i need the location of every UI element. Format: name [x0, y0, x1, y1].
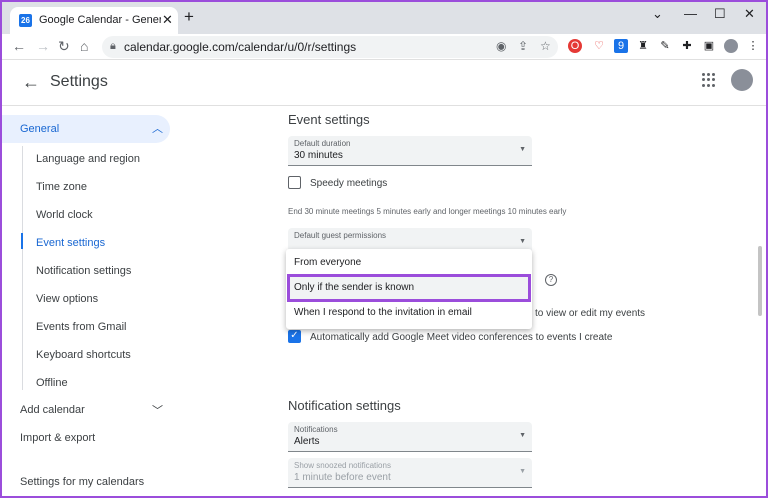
dropdown-arrow-icon: ▼: [519, 146, 526, 153]
back-nav-icon[interactable]: ←: [12, 38, 26, 54]
profile-avatar[interactable]: [724, 39, 738, 53]
help-icon[interactable]: ?: [545, 274, 557, 286]
menu-item-respond-email[interactable]: When I respond to the invitation in emai…: [286, 302, 532, 324]
opera-extension-icon[interactable]: O: [568, 39, 582, 53]
select-label: Default guest permissions: [294, 231, 387, 240]
chevron-up-icon: ︿: [152, 123, 163, 135]
select-label: Notifications: [294, 425, 338, 434]
maximize-icon[interactable]: ☐: [714, 6, 726, 22]
sidebar-item-event-settings[interactable]: Event settings: [36, 237, 105, 249]
event-settings-title: Event settings: [288, 112, 370, 127]
tab-title: Google Calendar - General settings: [39, 14, 161, 26]
browser-window: 26 Google Calendar - General settings ✕ …: [2, 2, 766, 496]
snoozed-notifications-select[interactable]: Show snoozed notifications 1 minute befo…: [288, 458, 532, 488]
sidebar-item-events-from-gmail[interactable]: Events from Gmail: [36, 321, 126, 333]
sidebar-item-view-options[interactable]: View options: [36, 293, 98, 305]
reload-icon[interactable]: ↻: [58, 38, 70, 55]
select-value: 1 minute before event: [294, 472, 391, 483]
settings-sidebar: General ︿ Language and region Time zone …: [2, 106, 182, 496]
new-tab-icon[interactable]: +: [184, 7, 194, 27]
browser-menu-icon[interactable]: ⋮: [746, 39, 760, 53]
subnav-divider: [22, 146, 23, 390]
browser-tab[interactable]: 26 Google Calendar - General settings ✕: [10, 7, 178, 34]
guest-edit-option-partial: to view or edit my events: [535, 308, 646, 319]
sidebar-item-language-region[interactable]: Language and region: [36, 153, 140, 165]
sidebar-item-notification-settings[interactable]: Notification settings: [36, 265, 131, 277]
chevron-down-icon[interactable]: ﹀: [152, 402, 163, 418]
app-header: ← Settings: [2, 60, 766, 106]
notification-settings-title: Notification settings: [288, 398, 401, 413]
browser-toolbar: ← → ↻ ⌂ 🔒︎ calendar.google.com/calendar/…: [2, 34, 766, 60]
dropdown-arrow-icon: ▼: [519, 468, 526, 475]
select-label: Default duration: [294, 139, 351, 148]
bookmark-star-icon[interactable]: ☆: [540, 39, 551, 53]
auto-meet-checkbox[interactable]: ✓: [288, 330, 301, 343]
edit-extension-icon[interactable]: ✎: [658, 39, 672, 53]
sidebar-item-import-export[interactable]: Import & export: [20, 432, 95, 444]
badge-extension-icon[interactable]: 9: [614, 39, 628, 53]
sidebar-item-offline[interactable]: Offline: [36, 377, 68, 389]
select-value: 30 minutes: [294, 150, 343, 161]
sidebar-item-keyboard-shortcuts[interactable]: Keyboard shortcuts: [36, 349, 131, 361]
url-text: calendar.google.com/calendar/u/0/r/setti…: [124, 40, 357, 54]
tab-search-icon[interactable]: ⌄: [652, 6, 663, 22]
menu-item-from-everyone[interactable]: From everyone: [286, 252, 532, 274]
page-title: Settings: [50, 73, 108, 90]
close-window-icon[interactable]: ✕: [744, 6, 755, 22]
sidebar-item-time-zone[interactable]: Time zone: [36, 181, 87, 193]
puzzle-extensions-icon[interactable]: ✚: [680, 39, 694, 53]
eye-icon[interactable]: ◉: [496, 39, 506, 53]
active-indicator: [21, 233, 23, 249]
select-value: Alerts: [294, 436, 320, 447]
address-bar[interactable]: 🔒︎ calendar.google.com/calendar/u/0/r/se…: [102, 36, 558, 58]
tab-close-icon[interactable]: ✕: [162, 12, 173, 28]
speedy-meetings-helper: End 30 minute meetings 5 minutes early a…: [288, 207, 567, 216]
menu-item-sender-known[interactable]: Only if the sender is known: [287, 274, 531, 302]
sidebar-item-world-clock[interactable]: World clock: [36, 209, 93, 221]
sidepanel-icon[interactable]: ▣: [702, 39, 716, 53]
default-duration-select[interactable]: Default duration 30 minutes ▼: [288, 136, 532, 166]
back-arrow-icon[interactable]: ←: [22, 72, 40, 93]
guest-permissions-menu: From everyone Only if the sender is know…: [286, 249, 532, 329]
dropdown-arrow-icon: ▼: [519, 432, 526, 439]
notifications-select[interactable]: Notifications Alerts ▼: [288, 422, 532, 452]
dropdown-arrow-icon: ▼: [519, 238, 526, 245]
spy-extension-icon[interactable]: ♜: [636, 39, 650, 53]
pocket-extension-icon[interactable]: ♡: [592, 39, 606, 53]
page-scrollbar[interactable]: [758, 246, 762, 316]
lock-icon: 🔒︎: [110, 40, 116, 52]
select-label: Show snoozed notifications: [294, 461, 391, 470]
account-avatar[interactable]: [731, 69, 753, 91]
home-icon[interactable]: ⌂: [80, 38, 88, 54]
minimize-icon[interactable]: —: [684, 6, 697, 21]
sidebar-section-my-calendars: Settings for my calendars: [20, 476, 145, 488]
speedy-meetings-label: Speedy meetings: [310, 178, 388, 189]
auto-meet-label: Automatically add Google Meet video conf…: [310, 332, 613, 343]
share-icon[interactable]: ⇪: [518, 39, 528, 53]
forward-nav-icon[interactable]: →: [36, 38, 50, 54]
speedy-meetings-checkbox[interactable]: [288, 176, 301, 189]
sidebar-item-add-calendar[interactable]: Add calendar: [20, 404, 85, 416]
google-apps-icon[interactable]: [702, 73, 716, 87]
calendar-favicon-icon: 26: [19, 14, 32, 27]
sidebar-item-label: General: [20, 123, 60, 135]
tab-strip: 26 Google Calendar - General settings ✕ …: [2, 2, 766, 34]
sidebar-item-general[interactable]: General ︿: [2, 115, 170, 143]
